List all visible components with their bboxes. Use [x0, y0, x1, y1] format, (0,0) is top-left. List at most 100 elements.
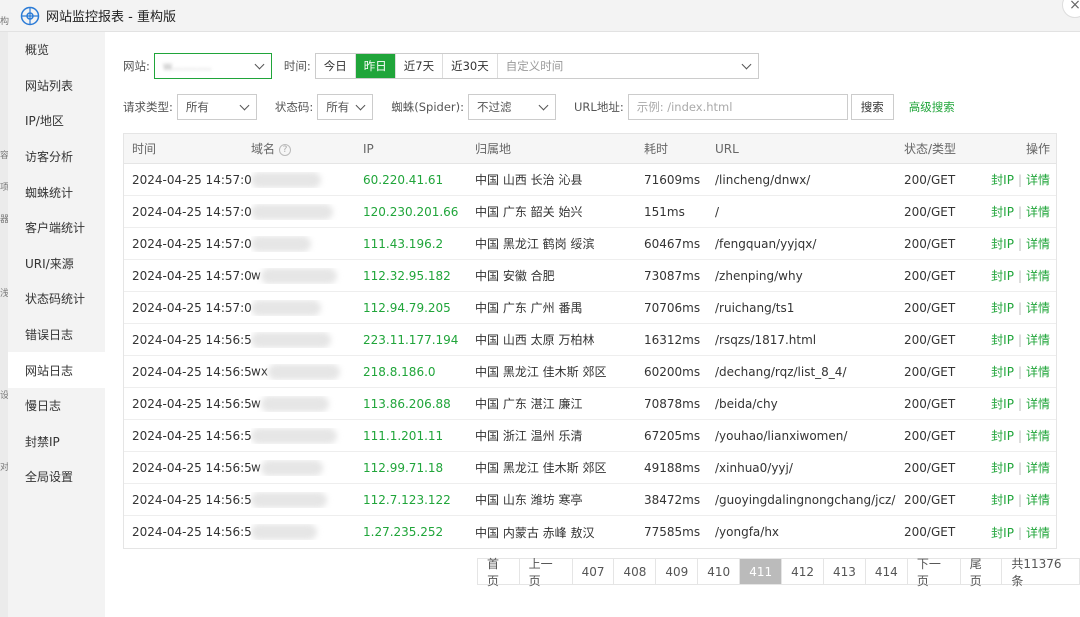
- cell-ip[interactable]: 112.94.79.205: [363, 301, 475, 315]
- detail-link[interactable]: 详情: [1026, 526, 1050, 540]
- block-ip-link[interactable]: 封IP: [991, 237, 1014, 251]
- sidebar-item-error-log[interactable]: 错误日志: [8, 317, 105, 353]
- pager-page[interactable]: 410: [698, 559, 741, 584]
- cell-url: /zhenping/why: [715, 268, 803, 283]
- cell-ip[interactable]: 1.27.235.252: [363, 525, 475, 539]
- sidebar-item-uri-source[interactable]: URI/来源: [8, 246, 105, 282]
- pager-page[interactable]: 414: [866, 559, 908, 584]
- cell-domain: [251, 524, 363, 540]
- window-titlebar: 网站监控报表 - 重构版: [0, 0, 1080, 32]
- cell-ip[interactable]: 113.86.206.88: [363, 397, 475, 411]
- detail-link[interactable]: 详情: [1026, 397, 1050, 411]
- time-yesterday-button[interactable]: 昨日: [355, 54, 396, 78]
- cell-duration: 70878ms: [644, 396, 701, 411]
- time-7days-button[interactable]: 近7天: [396, 54, 444, 78]
- block-ip-link[interactable]: 封IP: [991, 397, 1014, 411]
- col-domain: 域名?: [251, 140, 363, 157]
- domain-text: wx: [251, 364, 268, 378]
- time-today-button[interactable]: 今日: [316, 54, 356, 78]
- sidebar-item-banned-ip[interactable]: 封禁IP: [8, 424, 105, 460]
- detail-link[interactable]: 详情: [1026, 461, 1050, 475]
- sidebar-item-spider-stats[interactable]: 蜘蛛统计: [8, 174, 105, 210]
- pager-page[interactable]: 407: [573, 559, 615, 584]
- block-ip-link[interactable]: 封IP: [991, 493, 1014, 507]
- url-input[interactable]: 示例: /index.html: [627, 94, 848, 120]
- cell-domain: w: [251, 459, 363, 476]
- detail-link[interactable]: 详情: [1026, 493, 1050, 507]
- advanced-search-link[interactable]: 高级搜索: [909, 99, 955, 115]
- status-code-select[interactable]: 所有: [317, 94, 374, 120]
- block-ip-link[interactable]: 封IP: [991, 301, 1014, 315]
- cell-duration: 151ms: [644, 204, 685, 219]
- sidebar-item-overview[interactable]: 概览: [8, 32, 105, 68]
- col-domain-label: 域名: [251, 142, 276, 156]
- request-type-select[interactable]: 所有: [176, 94, 257, 120]
- block-ip-link[interactable]: 封IP: [991, 429, 1014, 443]
- detail-link[interactable]: 详情: [1026, 173, 1050, 187]
- op-separator: |: [1017, 397, 1022, 411]
- block-ip-link[interactable]: 封IP: [991, 173, 1014, 187]
- cell-ip[interactable]: 60.220.41.61: [363, 173, 475, 187]
- pager-page[interactable]: 408: [614, 559, 657, 584]
- sidebar-item-global-settings[interactable]: 全局设置: [8, 459, 105, 495]
- sidebar-item-status-code-stats[interactable]: 状态码统计: [8, 281, 105, 317]
- filter-row-site-time: 网站: w........... 时间: 今日 昨日 近7天 近30天 自定义时…: [123, 53, 759, 79]
- search-button[interactable]: 搜索: [850, 94, 894, 120]
- pager-next[interactable]: 下一页: [908, 557, 961, 588]
- help-icon[interactable]: ?: [279, 143, 292, 156]
- custom-time-select[interactable]: 自定义时间: [498, 54, 758, 78]
- pager-last[interactable]: 尾页: [961, 557, 1003, 588]
- pager-page[interactable]: 409: [656, 559, 699, 584]
- status-code-label: 状态码:: [274, 100, 314, 114]
- block-ip-link[interactable]: 封IP: [991, 205, 1014, 219]
- chevron-down-icon: [355, 100, 366, 110]
- sidebar-item-site-log[interactable]: 网站日志: [8, 352, 105, 388]
- block-ip-link[interactable]: 封IP: [991, 333, 1014, 347]
- spider-select[interactable]: 不过滤: [468, 94, 556, 120]
- block-ip-link[interactable]: 封IP: [991, 269, 1014, 283]
- cell-ip[interactable]: 112.7.123.122: [363, 493, 475, 507]
- time-30days-button[interactable]: 近30天: [443, 54, 498, 78]
- cell-url: /xinhua0/yyj/: [715, 460, 793, 475]
- sidebar-item-ip-region[interactable]: IP/地区: [8, 103, 105, 139]
- op-separator: |: [1017, 301, 1022, 315]
- block-ip-link[interactable]: 封IP: [991, 526, 1014, 540]
- cell-ip[interactable]: 112.99.71.18: [363, 461, 475, 475]
- detail-link[interactable]: 详情: [1026, 205, 1050, 219]
- detail-link[interactable]: 详情: [1026, 429, 1050, 443]
- detail-link[interactable]: 详情: [1026, 301, 1050, 315]
- cell-time: 2024-04-25 14:57:00: [132, 204, 251, 219]
- sidebar-item-client-stats[interactable]: 客户端统计: [8, 210, 105, 246]
- pager-prev[interactable]: 上一页: [520, 557, 573, 588]
- cell-domain: [251, 427, 363, 444]
- cell-ip[interactable]: 218.8.186.0: [363, 365, 475, 379]
- detail-link[interactable]: 详情: [1026, 365, 1050, 379]
- window-title: 网站监控报表 - 重构版: [46, 10, 176, 25]
- pager-page-current[interactable]: 411: [740, 559, 783, 584]
- blurred-domain: [251, 524, 317, 540]
- cell-ip[interactable]: 120.230.201.66: [363, 205, 475, 219]
- pager-page[interactable]: 413: [824, 559, 866, 584]
- cell-time: 2024-04-25 14:56:59: [132, 332, 251, 347]
- sidebar-item-site-list[interactable]: 网站列表: [8, 68, 105, 104]
- block-ip-link[interactable]: 封IP: [991, 365, 1014, 379]
- cell-ip[interactable]: 111.1.201.11: [363, 429, 475, 443]
- pager-first[interactable]: 首页: [478, 557, 520, 588]
- detail-link[interactable]: 详情: [1026, 269, 1050, 283]
- cell-ops: 封IP | 详情: [984, 427, 1056, 444]
- site-select[interactable]: w...........: [153, 53, 272, 79]
- blurred-domain: [251, 331, 331, 348]
- cell-ip[interactable]: 111.43.196.2: [363, 237, 475, 251]
- col-duration: 耗时: [644, 142, 669, 156]
- detail-link[interactable]: 详情: [1026, 237, 1050, 251]
- sidebar-item-visitor-analysis[interactable]: 访客分析: [8, 139, 105, 175]
- cell-ip[interactable]: 223.11.177.194: [363, 333, 475, 347]
- sidebar-item-slow-log[interactable]: 慢日志: [8, 388, 105, 424]
- cell-ip[interactable]: 112.32.95.182: [363, 269, 475, 283]
- block-ip-link[interactable]: 封IP: [991, 461, 1014, 475]
- cell-location: 中国 黑龙江 佳木斯 郊区: [475, 365, 607, 379]
- cell-time: 2024-04-25 14:57:00: [132, 300, 251, 315]
- detail-link[interactable]: 详情: [1026, 333, 1050, 347]
- pager-page[interactable]: 412: [782, 559, 824, 584]
- op-separator: |: [1017, 333, 1022, 347]
